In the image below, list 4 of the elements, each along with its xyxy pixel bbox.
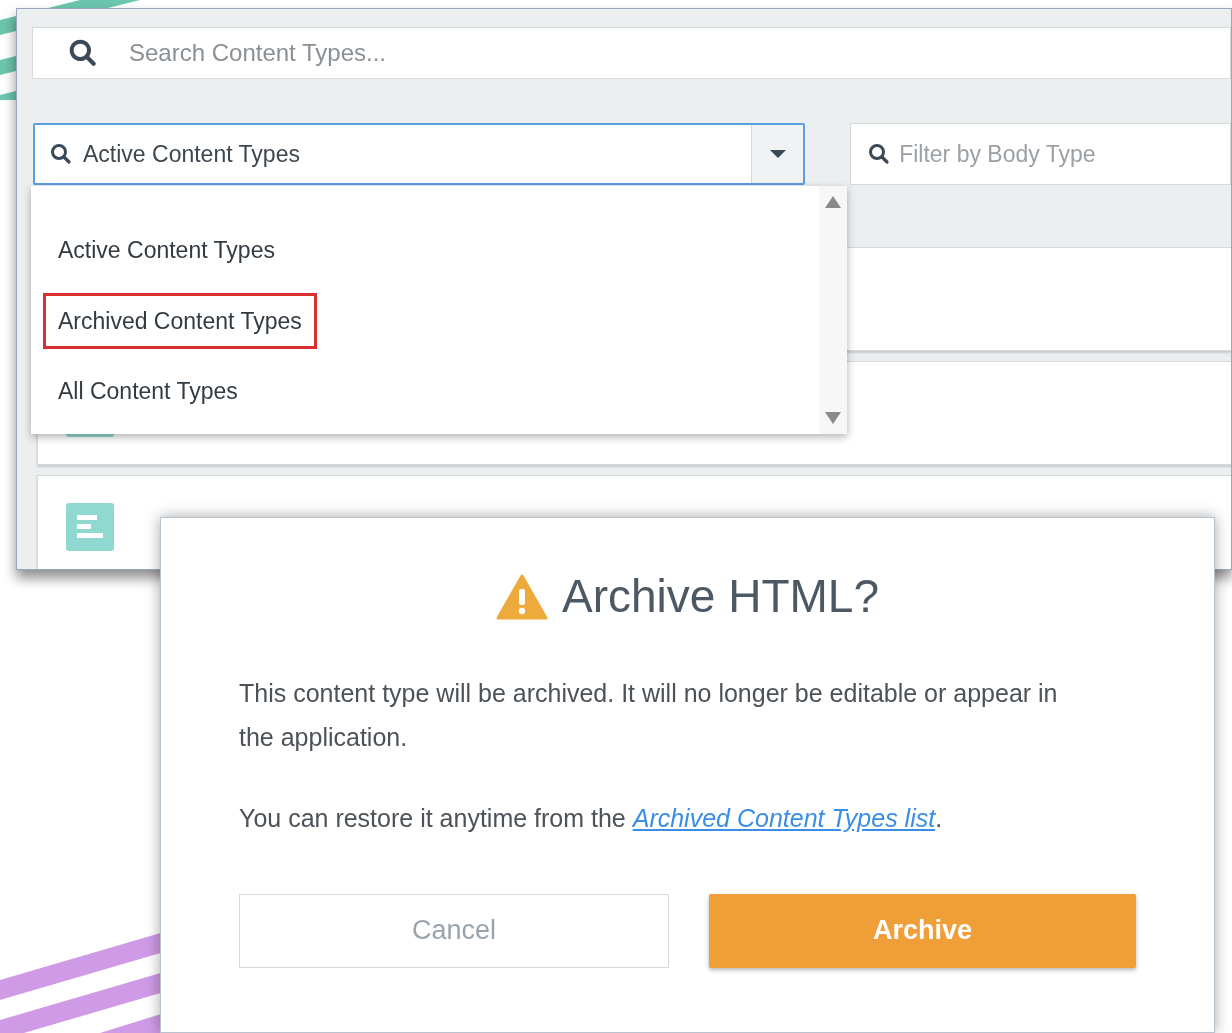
restore-note: You can restore it anytime from the Archived Content Types list. — [239, 803, 944, 834]
dialog-message: This content type will be archived. It will no longer be editable or appear in the application. — [239, 678, 1059, 753]
dropdown-value: Active Content Types — [83, 139, 301, 169]
dialog-title: Archive HTML? — [562, 569, 879, 624]
